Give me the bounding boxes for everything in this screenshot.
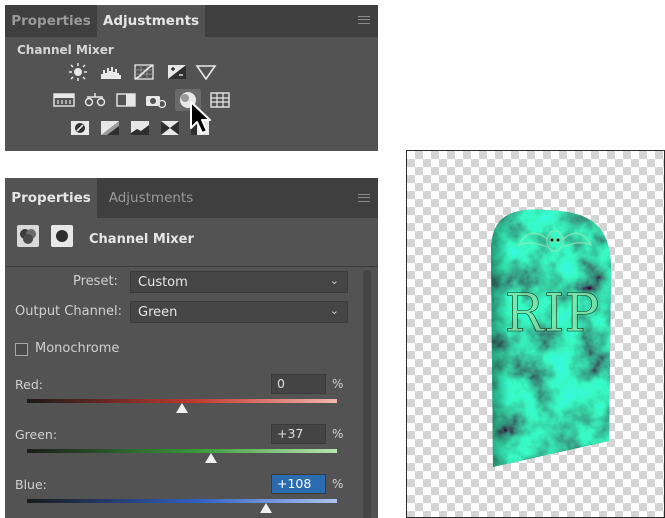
chevron-down-icon: ⌄ [329,304,339,317]
preset-dropdown[interactable]: Custom ⌄ [130,271,348,293]
tab-adjustments[interactable]: Adjustments [97,5,205,37]
red-slider-thumb[interactable] [176,403,188,413]
photo-filter-icon[interactable] [145,91,167,109]
green-percent-label: % [332,427,344,441]
layer-mask-icon[interactable] [51,225,73,247]
header-divider [5,266,378,267]
channel-mixer-layer-icon [17,225,39,247]
posterize-icon[interactable] [99,119,121,137]
red-label: Red: [15,377,43,392]
adjustment-hover-label: Channel Mixer [17,43,114,57]
tombstone-image: RIP [491,209,611,468]
document-canvas[interactable]: RIP [406,150,665,518]
tab-adjustments[interactable]: Adjustments [97,178,205,218]
green-slider-track[interactable] [27,449,337,453]
properties-panel: Properties Adjustments Channel Mixer Pre… [5,178,378,518]
red-percent-label: % [332,377,344,391]
tab-properties[interactable]: Properties [5,178,97,218]
black-white-icon[interactable] [115,91,137,109]
blue-slider-thumb[interactable] [259,503,272,513]
panel-menu-icon[interactable] [358,194,370,202]
preset-value: Custom [138,275,188,290]
adjustments-panel: Properties Adjustments Channel Mixer [5,5,378,151]
output-channel-label: Output Channel: [15,304,123,319]
color-balance-icon[interactable] [84,91,106,109]
red-value-input[interactable]: 0 [271,374,326,394]
levels-icon[interactable] [100,63,122,81]
gradient-map-icon[interactable] [159,119,181,137]
tab-properties[interactable]: Properties [5,5,97,37]
green-value-input[interactable]: +37 [271,424,326,444]
properties-title: Channel Mixer [89,232,194,247]
blue-label: Blue: [15,477,47,492]
mouse-cursor-icon [190,101,211,134]
monochrome-checkbox[interactable] [15,343,28,356]
output-channel-value: Green [138,305,178,320]
blue-value-input[interactable]: +108 [271,474,326,494]
exposure-icon[interactable] [166,63,188,81]
vibrance-icon[interactable] [53,91,75,109]
threshold-icon[interactable] [129,119,151,137]
monochrome-label: Monochrome [35,341,120,356]
output-channel-dropdown[interactable]: Green ⌄ [130,301,348,323]
chevron-down-icon: ⌄ [329,274,339,287]
curves-icon[interactable] [133,63,155,81]
adjustments-tabbar: Properties Adjustments [5,5,378,37]
brightness-contrast-icon[interactable] [67,63,89,81]
panel-menu-icon[interactable] [358,16,370,24]
blue-percent-label: % [332,477,344,491]
properties-tabbar: Properties Adjustments [5,178,378,218]
preset-label: Preset: [73,274,118,289]
green-label: Green: [15,427,58,442]
triangle-icon[interactable] [195,63,217,81]
scrollbar[interactable] [363,270,371,518]
blue-slider-track[interactable] [27,499,337,503]
invert-icon[interactable] [69,119,91,137]
epitaph-text: RIP [505,284,600,344]
properties-header: Channel Mixer [5,218,378,266]
green-slider-thumb[interactable] [204,453,217,463]
